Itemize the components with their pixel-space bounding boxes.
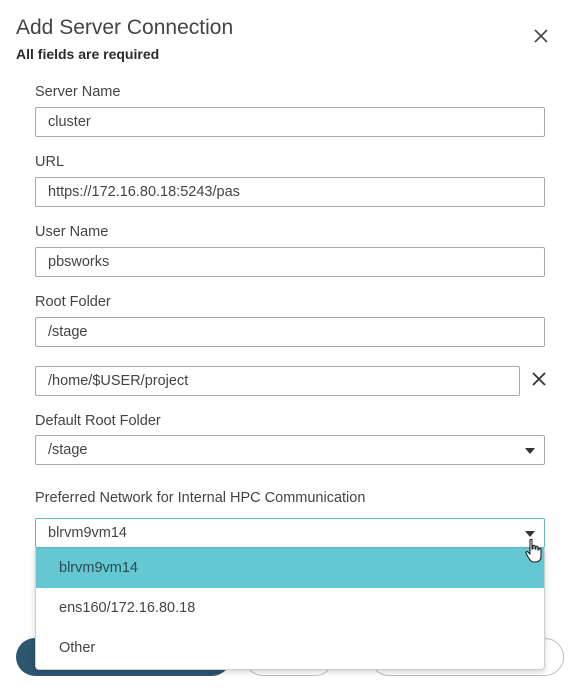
chevron-down-icon xyxy=(525,531,535,537)
default-root-folder-value: /stage xyxy=(48,442,88,458)
preferred-network-select[interactable]: blrvm9vm14 xyxy=(35,518,545,548)
dropdown-option[interactable]: Other xyxy=(36,628,544,668)
dropdown-option[interactable]: ens160/172.16.80.18 xyxy=(36,588,544,628)
default-root-folder-label: Default Root Folder xyxy=(35,413,161,429)
dropdown-option[interactable]: blrvm9vm14 xyxy=(36,548,544,588)
default-root-folder-select[interactable]: /stage xyxy=(35,435,545,465)
remove-root-folder-button[interactable] xyxy=(529,369,549,389)
root-folder-input-extra[interactable]: /home/$USER/project xyxy=(35,366,520,396)
hand-pointer-icon xyxy=(525,538,542,563)
close-icon xyxy=(534,29,548,43)
add-server-connection-dialog: Add Server Connection All fields are req… xyxy=(0,0,582,694)
dialog-title: Add Server Connection xyxy=(16,16,234,39)
url-input[interactable]: https://172.16.80.18:5243/pas xyxy=(35,177,545,207)
user-name-input[interactable]: pbsworks xyxy=(35,247,545,277)
chevron-down-icon xyxy=(525,448,535,454)
server-name-input[interactable]: cluster xyxy=(35,107,545,137)
user-name-label: User Name xyxy=(35,224,109,240)
root-folder-label: Root Folder xyxy=(35,294,111,310)
url-label: URL xyxy=(35,154,65,170)
preferred-network-dropdown: blrvm9vm14 ens160/172.16.80.18 Other xyxy=(35,548,545,670)
close-dialog-button[interactable] xyxy=(531,26,551,46)
root-folder-input[interactable]: /stage xyxy=(35,317,545,347)
dialog-subtitle: All fields are required xyxy=(16,46,160,62)
close-icon xyxy=(532,372,546,386)
preferred-network-label: Preferred Network for Internal HPC Commu… xyxy=(35,490,366,506)
server-name-label: Server Name xyxy=(35,84,121,100)
preferred-network-value: blrvm9vm14 xyxy=(48,525,127,541)
